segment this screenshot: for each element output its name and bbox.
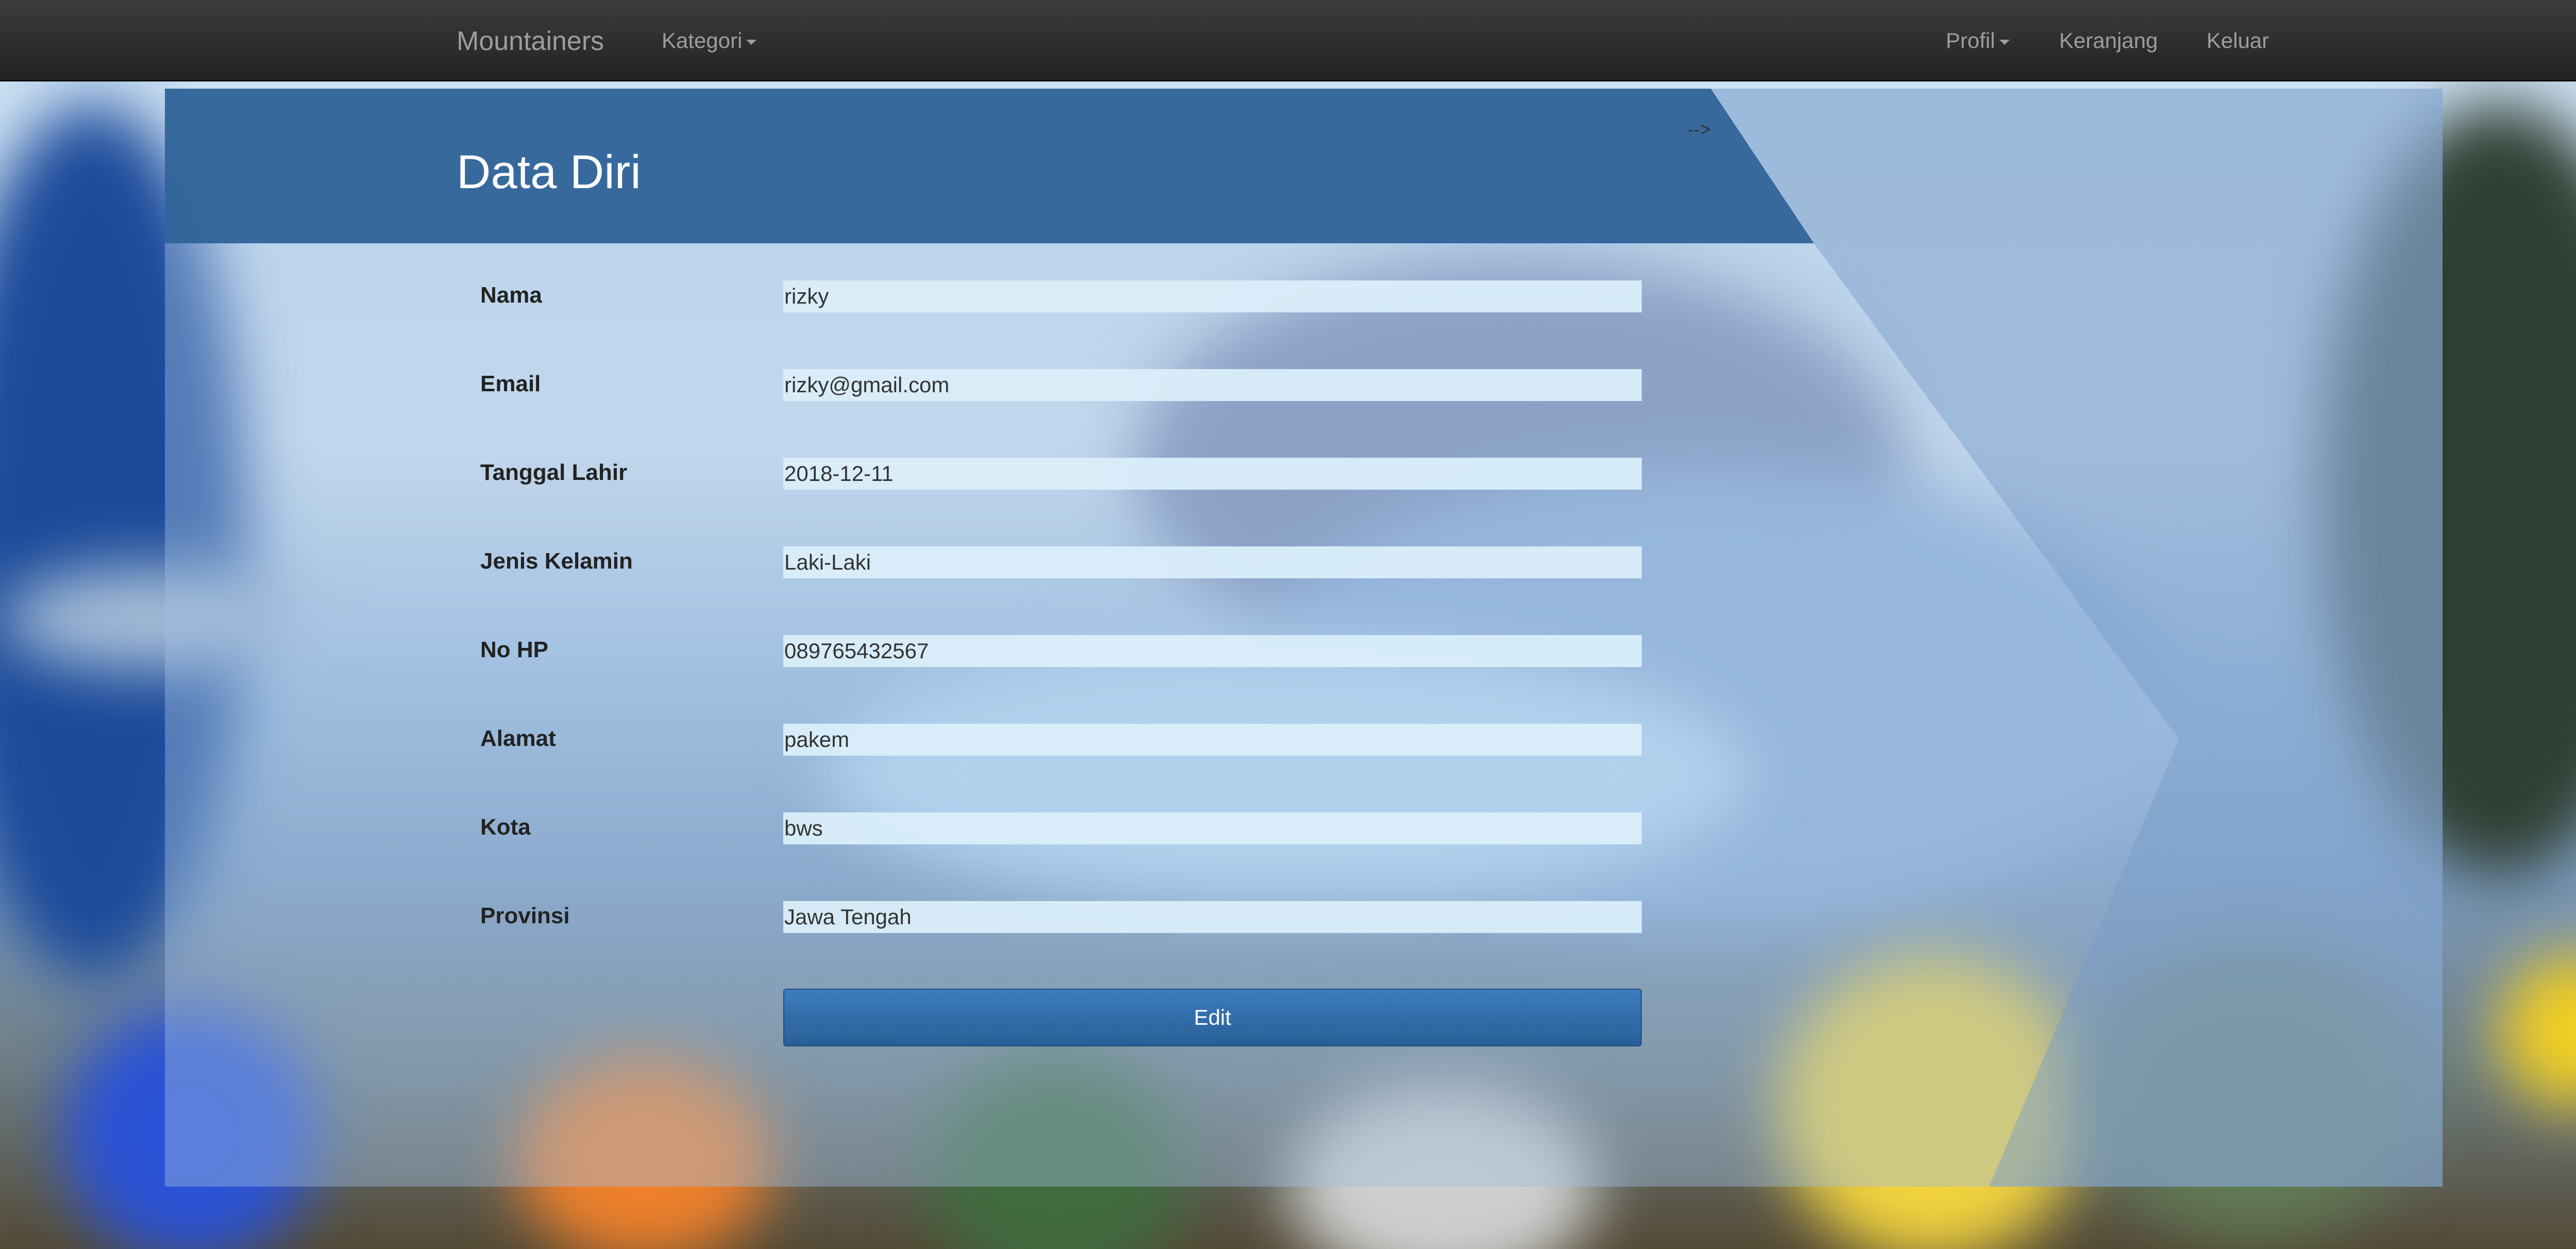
provinsi-field[interactable]: Jawa Tengah [783, 901, 1642, 933]
label-email: Email [480, 371, 541, 396]
nav-keranjang-link[interactable]: Keranjang [2059, 28, 2158, 53]
kota-field[interactable]: bws [783, 812, 1642, 844]
email-field[interactable]: rizky@gmail.com [783, 369, 1642, 401]
label-kota: Kota [480, 814, 531, 840]
tanggal-lahir-field[interactable]: 2018-12-11 [783, 458, 1642, 490]
alamat-field[interactable]: pakem [783, 724, 1642, 756]
label-provinsi: Provinsi [480, 903, 570, 928]
label-tanggal-lahir: Tanggal Lahir [480, 460, 628, 485]
caret-down-icon [746, 39, 757, 45]
no-hp-field[interactable]: 089765432567 [783, 635, 1642, 667]
brand-link[interactable]: Mountainers [457, 26, 604, 57]
nav-kategori-dropdown[interactable]: Kategori [662, 28, 757, 53]
nama-field[interactable]: rizky [783, 280, 1642, 312]
label-nama: Nama [480, 282, 542, 308]
jenis-kelamin-field[interactable]: Laki-Laki [783, 546, 1642, 578]
nav-profil-dropdown[interactable]: Profil [1946, 28, 2010, 53]
data-diri-panel: Data Diri --> Nama rizky Email rizky@gma… [165, 89, 2443, 1187]
label-no-hp: No HP [480, 637, 548, 662]
label-alamat: Alamat [480, 726, 556, 751]
nav-keluar-link[interactable]: Keluar [2207, 28, 2269, 53]
nav-profil-label: Profil [1946, 28, 1995, 53]
edit-button[interactable]: Edit [783, 989, 1642, 1046]
nav-kategori-label: Kategori [662, 28, 743, 53]
page-title: Data Diri [457, 146, 641, 198]
label-jenis-kelamin: Jenis Kelamin [480, 548, 633, 574]
caret-down-icon [1999, 39, 2010, 45]
stray-text: --> [1688, 119, 1711, 140]
navbar: Mountainers Kategori Profil Keranjang Ke… [0, 0, 2576, 81]
